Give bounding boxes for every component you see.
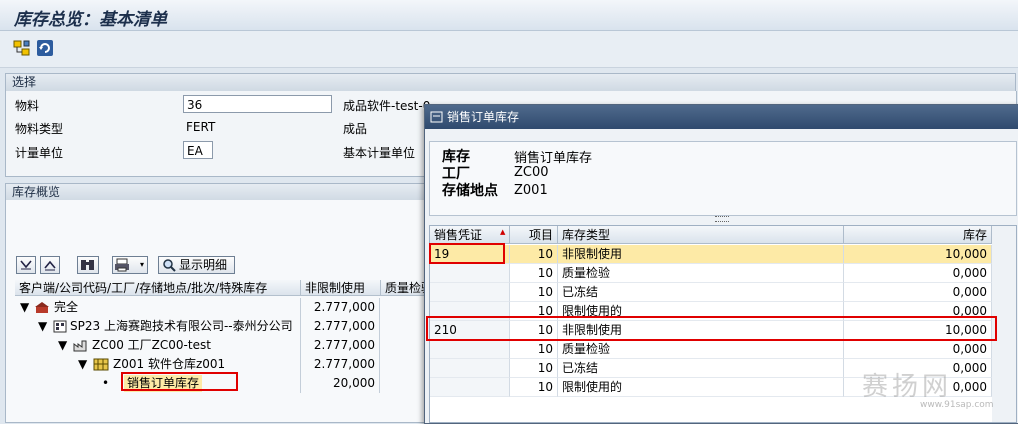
table-cell-doc[interactable] — [430, 378, 510, 397]
page-title: 库存总览：基本清单 — [14, 10, 167, 30]
selection-section-header: 选择 — [5, 73, 1016, 92]
expanded-triangle-icon[interactable]: ▼ — [20, 298, 29, 317]
expanded-triangle-icon[interactable]: ▼ — [58, 336, 67, 355]
refresh-icon[interactable] — [36, 39, 54, 57]
table-cell-item[interactable]: 10 — [510, 264, 558, 283]
printer-icon — [115, 258, 129, 272]
collapse-icon — [44, 260, 56, 271]
application-toolbar — [0, 31, 1018, 68]
selection-section-title: 选择 — [12, 75, 37, 89]
table-cell-type[interactable]: 非限制使用 — [558, 245, 844, 264]
tree-column-header-hierarchy[interactable]: 客户端/公司代码/工厂/存储地点/批次/特殊库存 — [15, 280, 301, 296]
tree-value-company: 2.777,000 — [300, 317, 380, 336]
material-description: 成品软件-test-0 — [343, 99, 431, 113]
material-field[interactable]: 36 — [183, 95, 332, 113]
column-header-sales-document[interactable]: 销售凭证 — [430, 226, 510, 244]
tree-value-plant: 2.777,000 — [300, 336, 380, 355]
splitter-handle[interactable] — [715, 216, 729, 222]
show-detail-button[interactable]: 显示明细 — [158, 256, 235, 274]
dropdown-arrow-icon: ▾ — [139, 260, 144, 269]
plant-icon — [73, 340, 87, 352]
info-value-storage-location: Z001 — [514, 183, 548, 198]
tree-column-header-quality[interactable]: 质量检验 — [381, 280, 425, 296]
table-cell-type[interactable]: 质量检验 — [558, 264, 844, 283]
table-cell-item[interactable]: 10 — [510, 378, 558, 397]
expanded-triangle-icon[interactable]: ▼ — [38, 317, 47, 336]
info-value-plant: ZC00 — [514, 165, 549, 180]
uom-field[interactable]: EA — [183, 141, 213, 159]
column-header-stock[interactable]: 库存 — [844, 226, 992, 244]
dialog-info-panel: 库存 销售订单库存 工厂 ZC00 存储地点 Z001 — [429, 141, 1017, 216]
expand-all-button[interactable] — [16, 256, 36, 274]
expand-icon — [20, 260, 32, 270]
table-cell-item[interactable]: 10 — [510, 359, 558, 378]
table-cell-qty[interactable]: 0,000 — [844, 264, 992, 283]
table-cell-doc[interactable] — [430, 359, 510, 378]
uom-label: 计量单位 — [15, 146, 64, 160]
sort-ascending-icon: ▲ — [500, 228, 506, 236]
table-cell-item[interactable]: 10 — [510, 245, 558, 264]
client-icon — [35, 302, 49, 313]
show-detail-label: 显示明细 — [179, 258, 228, 272]
tree-row-plant[interactable]: ▼ ZC00 工厂ZC00-test 2.777,000 — [10, 336, 425, 355]
base-uom-label: 基本计量单位 — [343, 146, 416, 160]
material-label: 物料 — [15, 99, 40, 113]
tree-row-company[interactable]: ▼ SP23 上海赛跑技术有限公司--泰州分公司 2.777,000 — [10, 317, 425, 336]
tree-label-plant: ZC00 工厂ZC00-test — [92, 338, 211, 352]
dialog-window-icon — [430, 111, 443, 123]
table-cell-doc[interactable] — [430, 340, 510, 359]
table-cell-item[interactable]: 10 — [510, 283, 558, 302]
company-icon — [53, 320, 67, 333]
find-button[interactable] — [77, 256, 99, 274]
column-header-stock-type[interactable]: 库存类型 — [558, 226, 844, 244]
expanded-triangle-icon[interactable]: ▼ — [78, 355, 87, 374]
column-header-item[interactable]: 项目 — [510, 226, 558, 244]
table-cell-type[interactable]: 限制使用的 — [558, 378, 844, 397]
watermark-logo: 赛扬网 — [862, 372, 953, 402]
dialog-title-bar[interactable]: 销售订单库存 — [425, 105, 1018, 129]
leaf-bullet-icon: • — [102, 376, 110, 390]
tree-row-total[interactable]: ▼ 完全 2.777,000 — [10, 298, 425, 317]
table-cell-type[interactable]: 质量检验 — [558, 340, 844, 359]
highlight-box-row-210 — [426, 316, 997, 341]
collapse-all-button[interactable] — [40, 256, 60, 274]
tree-value-storage-location: 2.777,000 — [300, 355, 380, 374]
table-cell-type[interactable]: 已冻结 — [558, 359, 844, 378]
info-value-stock: 销售订单库存 — [514, 151, 593, 166]
detail-magnifier-icon — [163, 259, 176, 272]
info-label-storage-location: 存储地点 — [442, 183, 498, 199]
table-cell-item[interactable]: 10 — [510, 340, 558, 359]
title-bar: 库存总览：基本清单 — [0, 0, 1018, 31]
table-cell-type[interactable]: 已冻结 — [558, 283, 844, 302]
watermark-url: www.91sap.com — [920, 400, 994, 410]
overview-section-title: 库存概览 — [12, 185, 61, 199]
material-type-description: 成品 — [343, 122, 368, 136]
table-cell-doc[interactable] — [430, 264, 510, 283]
table-cell-qty[interactable]: 0,000 — [844, 340, 992, 359]
material-type-value: FERT — [186, 120, 216, 134]
dialog-title: 销售订单库存 — [447, 110, 520, 124]
hierarchy-icon[interactable] — [13, 39, 31, 57]
tree-label-total: 完全 — [54, 300, 79, 314]
binoculars-icon — [81, 260, 94, 270]
material-type-label: 物料类型 — [15, 122, 64, 136]
table-cell-qty[interactable]: 0,000 — [844, 283, 992, 302]
table-cell-qty[interactable]: 10,000 — [844, 245, 992, 264]
tree-value-sales-order-stock: 20,000 — [300, 374, 380, 393]
tree-value-total: 2.777,000 — [300, 298, 380, 317]
table-cell-doc[interactable] — [430, 283, 510, 302]
warehouse-icon — [93, 358, 109, 371]
tree-column-header-unrestricted[interactable]: 非限制使用 — [301, 280, 381, 296]
highlight-box-doc-19 — [429, 243, 505, 264]
print-button[interactable]: ▾ — [112, 256, 148, 274]
tree-label-company: SP23 上海赛跑技术有限公司--泰州分公司 — [70, 319, 293, 333]
highlight-box-sales-order-stock — [121, 372, 238, 391]
